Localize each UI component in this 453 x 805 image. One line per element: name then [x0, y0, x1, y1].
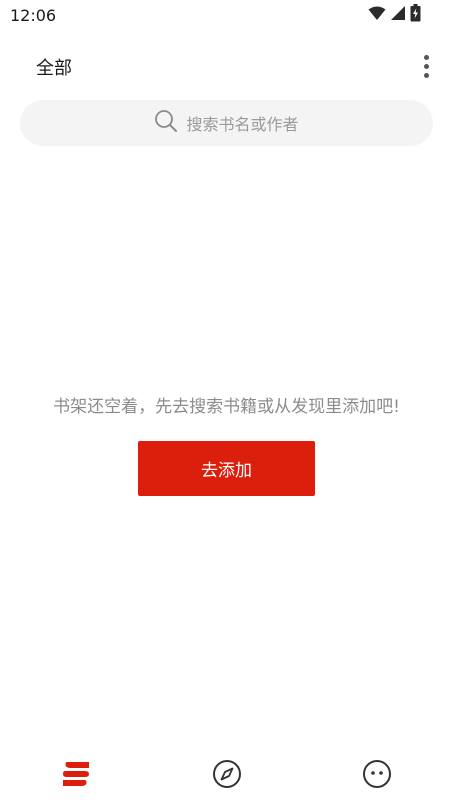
compass-icon: [212, 759, 242, 793]
wifi-icon: [368, 6, 386, 25]
more-dot: [423, 72, 429, 78]
smiley-face-icon: [362, 759, 392, 793]
app-header: 全部: [0, 44, 453, 88]
search-icon: [154, 109, 178, 137]
nav-bookshelf[interactable]: [56, 756, 96, 796]
search-input[interactable]: 搜索书名或作者: [20, 100, 433, 146]
signal-icon: [390, 5, 406, 25]
bookshelf-icon: [61, 761, 91, 791]
search-placeholder: 搜索书名或作者: [186, 115, 299, 134]
battery-charging-icon: [410, 4, 421, 26]
nav-profile[interactable]: [357, 756, 397, 796]
empty-state-message: 书架还空着，先去搜索书籍或从发现里添加吧!: [53, 397, 400, 417]
bookshelf-screen: 12:06 全部 搜索书名或作者 书架还空着，先去搜索书籍或从发现里添加吧! 去…: [0, 0, 453, 805]
status-time: 12:06: [10, 6, 57, 25]
more-dot: [423, 63, 429, 69]
go-add-button[interactable]: 去添加: [138, 441, 315, 496]
status-icons: [368, 4, 421, 26]
group-selector[interactable]: 全部: [36, 54, 72, 80]
more-vertical-icon: [423, 54, 429, 60]
bottom-navigation: [0, 750, 453, 805]
nav-discover[interactable]: [207, 756, 247, 796]
status-bar: 12:06: [0, 0, 453, 30]
more-options-button[interactable]: [415, 50, 437, 82]
